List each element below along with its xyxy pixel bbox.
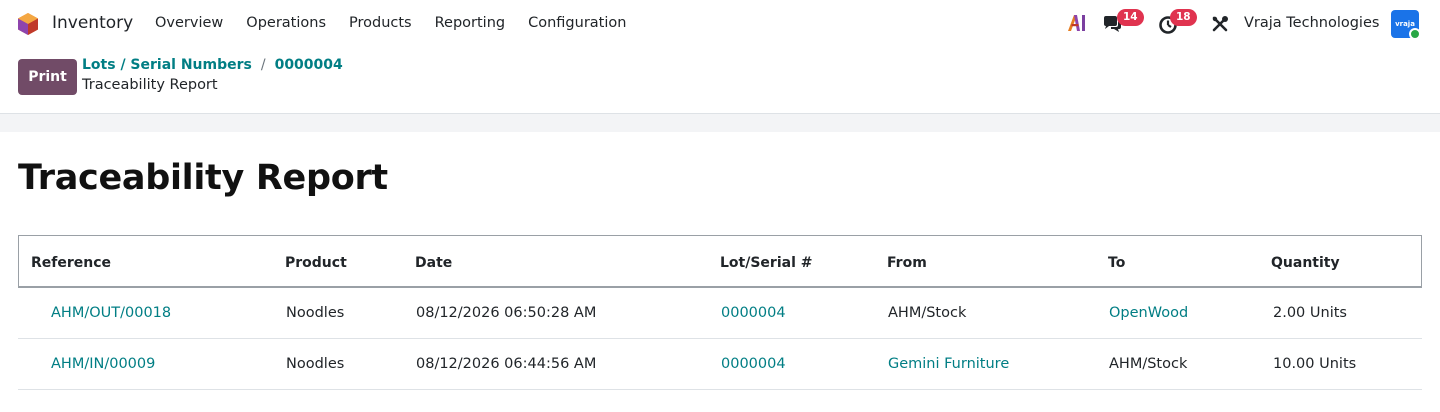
column-header-to: To <box>1108 255 1126 271</box>
main-menu: Overview Operations Products Reporting C… <box>155 15 649 31</box>
quantity-cell: 2.00 Units <box>1273 305 1347 321</box>
column-header-product: Product <box>285 255 347 271</box>
date-cell: 08/12/2026 06:44:56 AM <box>416 356 597 372</box>
table-header: Reference Product Date Lot/Serial # From… <box>18 235 1422 288</box>
column-header-lot-serial: Lot/Serial # <box>720 255 813 271</box>
product-cell: Noodles <box>286 305 345 321</box>
breadcrumb-lot-record[interactable]: 0000004 <box>275 57 343 73</box>
breadcrumb-lots-serial-numbers[interactable]: Lots / Serial Numbers <box>82 57 252 73</box>
print-button[interactable]: Print <box>18 59 77 95</box>
from-location-cell: AHM/Stock <box>888 305 967 321</box>
app-name[interactable]: Inventory <box>52 13 133 33</box>
menu-item-products[interactable]: Products <box>349 15 412 31</box>
table-row: AHM/IN/00009 Noodles 08/12/2026 06:44:56… <box>18 339 1422 390</box>
reference-link[interactable]: AHM/OUT/00018 <box>51 305 171 321</box>
current-view-title: Traceability Report <box>82 77 218 93</box>
debug-tools-icon[interactable] <box>1211 15 1229 33</box>
to-partner-link[interactable]: OpenWood <box>1109 305 1188 321</box>
column-header-reference: Reference <box>31 255 112 271</box>
ai-icon[interactable] <box>1067 14 1087 32</box>
menu-item-overview[interactable]: Overview <box>155 15 223 31</box>
lot-link[interactable]: 0000004 <box>721 356 786 372</box>
menu-item-operations[interactable]: Operations <box>246 15 326 31</box>
traceability-table: Reference Product Date Lot/Serial # From… <box>18 235 1422 390</box>
menu-item-reporting[interactable]: Reporting <box>435 15 506 31</box>
reference-link[interactable]: AHM/IN/00009 <box>51 356 155 372</box>
date-cell: 08/12/2026 06:50:28 AM <box>416 305 597 321</box>
breadcrumb-separator: / <box>260 57 266 73</box>
report-title: Traceability Report <box>18 158 388 198</box>
column-header-quantity: Quantity <box>1271 255 1340 271</box>
quantity-cell: 10.00 Units <box>1273 356 1357 372</box>
inventory-app-icon[interactable] <box>17 12 39 36</box>
table-row: AHM/OUT/00018 Noodles 08/12/2026 06:50:2… <box>18 288 1422 339</box>
online-status-indicator <box>1409 28 1421 40</box>
chat-count-badge: 14 <box>1117 9 1144 26</box>
top-navbar: Inventory Overview Operations Products R… <box>0 0 1440 48</box>
content-top-band <box>0 114 1440 132</box>
breadcrumb: Lots / Serial Numbers / 0000004 <box>82 57 343 73</box>
company-switcher[interactable]: Vraja Technologies <box>1244 15 1379 31</box>
to-location-cell: AHM/Stock <box>1109 356 1188 372</box>
activity-count-badge: 18 <box>1170 9 1197 26</box>
from-partner-link[interactable]: Gemini Furniture <box>888 356 1009 372</box>
lot-link[interactable]: 0000004 <box>721 305 786 321</box>
column-header-date: Date <box>415 255 453 271</box>
column-header-from: From <box>887 255 927 271</box>
product-cell: Noodles <box>286 356 345 372</box>
menu-item-configuration[interactable]: Configuration <box>528 15 626 31</box>
